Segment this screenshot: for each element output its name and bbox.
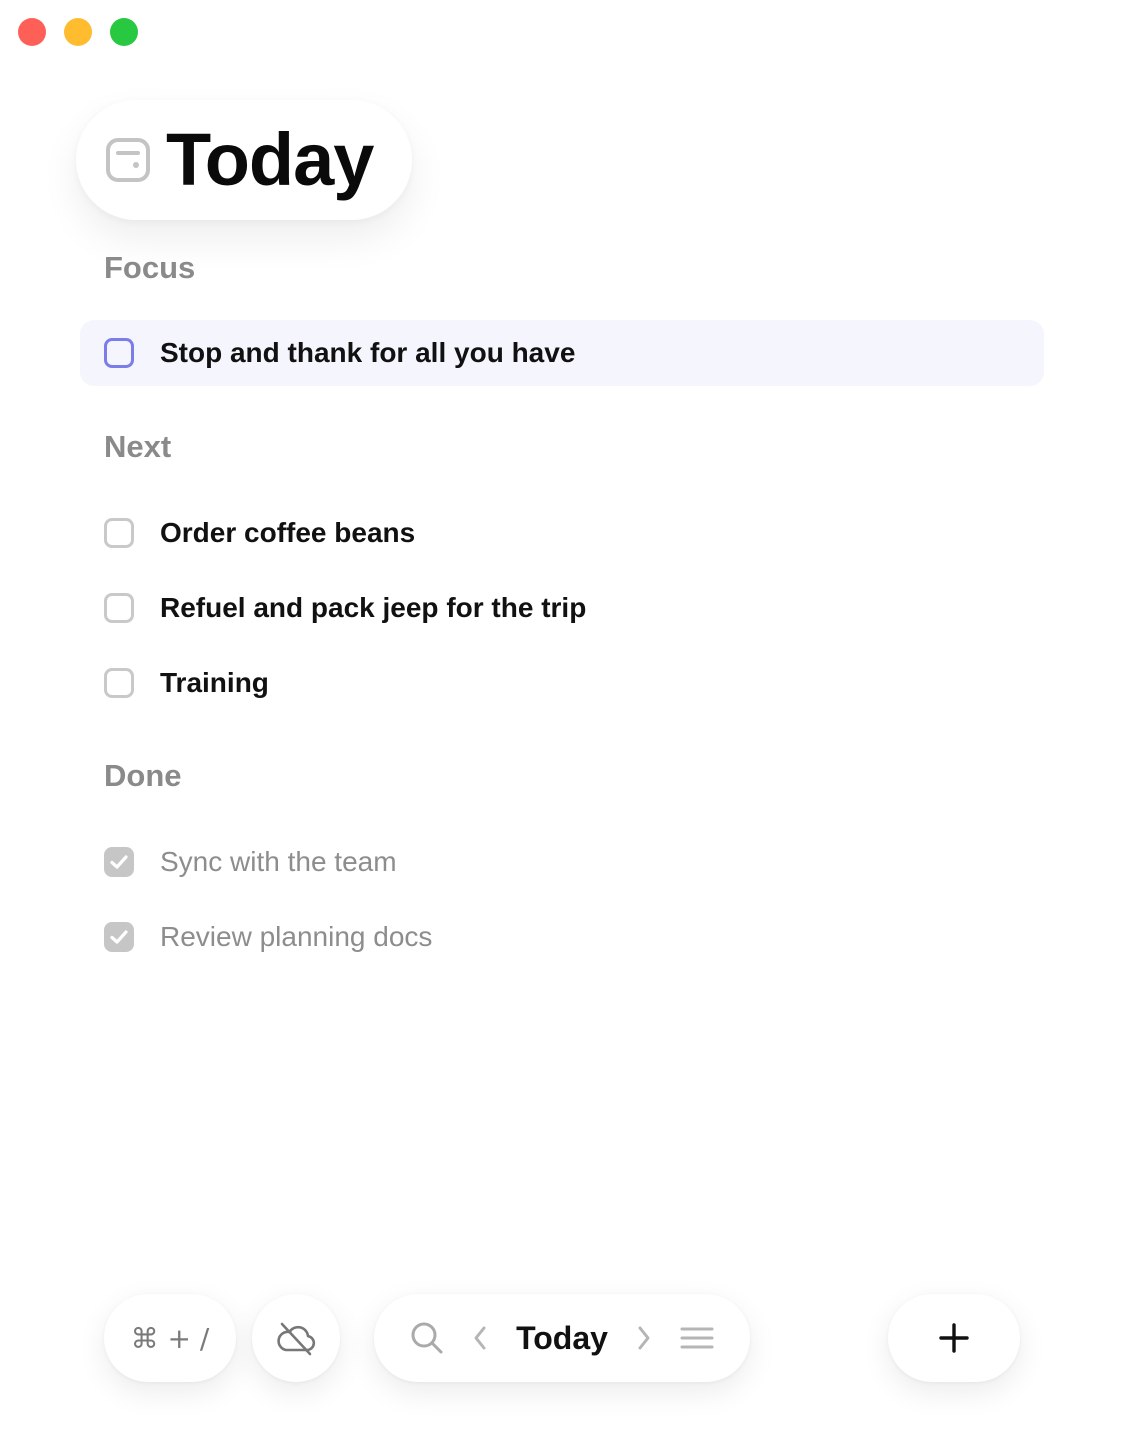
page-title: Today <box>166 118 374 201</box>
window-controls <box>18 18 138 46</box>
task-checkbox[interactable] <box>104 518 134 548</box>
search-icon[interactable] <box>410 1321 444 1355</box>
sync-button[interactable] <box>252 1294 340 1382</box>
task-checkbox-checked[interactable] <box>104 847 134 877</box>
chevron-right-icon[interactable] <box>636 1324 652 1352</box>
minimize-button[interactable] <box>64 18 92 46</box>
nav-date-title[interactable]: Today <box>516 1320 608 1357</box>
task-row[interactable]: Sync with the team <box>80 829 1044 895</box>
task-row[interactable]: Review planning docs <box>80 904 1044 970</box>
task-checkbox[interactable] <box>104 668 134 698</box>
task-row[interactable]: Training <box>80 650 1044 716</box>
section-label-next: Next <box>104 429 172 464</box>
task-checkbox[interactable] <box>104 338 134 368</box>
checkmark-icon <box>110 930 128 944</box>
task-label: Order coffee beans <box>160 517 416 548</box>
task-row[interactable]: Refuel and pack jeep for the trip <box>80 575 1044 641</box>
add-task-button[interactable] <box>888 1294 1020 1382</box>
zoom-button[interactable] <box>110 18 138 46</box>
page-title-pill[interactable]: Today <box>76 100 412 220</box>
chevron-left-icon[interactable] <box>472 1324 488 1352</box>
shortcut-help-button[interactable]: ⌘ + / <box>104 1294 236 1382</box>
shortcut-label: ⌘ + / <box>130 1321 210 1355</box>
task-row[interactable]: Order coffee beans <box>80 500 1044 566</box>
menu-icon[interactable] <box>680 1324 714 1352</box>
task-checkbox[interactable] <box>104 593 134 623</box>
task-label: Stop and thank for all you have <box>160 337 576 368</box>
task-label: Refuel and pack jeep for the trip <box>160 592 587 623</box>
close-button[interactable] <box>18 18 46 46</box>
app-window: Today Focus Stop and thank for all you h… <box>0 0 1124 1430</box>
date-navigator: Today <box>374 1294 750 1382</box>
inbox-tray-icon <box>106 138 150 182</box>
task-label: Training <box>160 667 269 698</box>
section-label-focus: Focus <box>104 250 196 285</box>
task-checkbox-checked[interactable] <box>104 922 134 952</box>
task-row[interactable]: Stop and thank for all you have <box>80 320 1044 386</box>
task-label: Review planning docs <box>160 921 433 952</box>
section-label-done: Done <box>104 758 182 793</box>
cloud-off-icon <box>277 1322 316 1356</box>
checkmark-icon <box>110 855 128 869</box>
plus-icon <box>939 1323 969 1353</box>
task-label: Sync with the team <box>160 846 397 877</box>
